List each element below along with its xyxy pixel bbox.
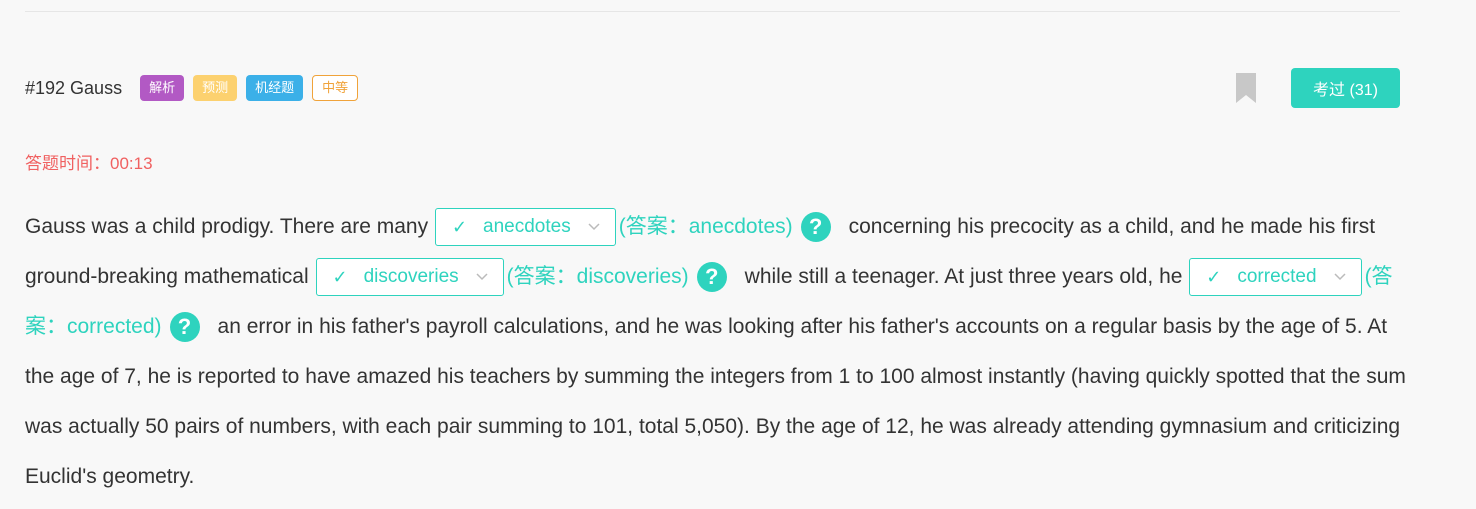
blank-select-2[interactable]: ✓ discoveries bbox=[315, 258, 504, 297]
blank-value: anecdotes bbox=[483, 216, 571, 238]
answer-timer: 答题时间：00:13 bbox=[25, 149, 153, 174]
blank-select-1[interactable]: ✓ anecdotes bbox=[434, 208, 616, 247]
tag-exam-question[interactable]: 机经题 bbox=[246, 75, 304, 101]
check-icon: ✓ bbox=[1206, 267, 1222, 288]
timer-label: 答题时间： bbox=[25, 154, 110, 173]
chevron-down-icon bbox=[1334, 273, 1346, 281]
top-divider bbox=[25, 11, 1400, 12]
answer-text: (答案：anecdotes) bbox=[618, 215, 793, 238]
taken-button[interactable]: 考过 (31) bbox=[1291, 68, 1400, 108]
help-icon[interactable]: ? bbox=[696, 262, 727, 293]
timer-value: 00:13 bbox=[110, 154, 153, 173]
question-header: #192 Gauss 解析 预测 机经题 中等 考过 (31) bbox=[25, 68, 1400, 108]
answer-text: (答案：discoveries) bbox=[506, 265, 689, 288]
tag-difficulty: 中等 bbox=[312, 75, 359, 101]
passage-text: Gauss was a child prodigy. There are man… bbox=[25, 215, 429, 238]
passage-text: an error in his father's payroll calcula… bbox=[25, 315, 1406, 488]
help-icon[interactable]: ? bbox=[169, 312, 200, 343]
blank-value: discoveries bbox=[363, 266, 459, 288]
help-icon[interactable]: ? bbox=[800, 212, 831, 243]
blank-select-3[interactable]: ✓ corrected bbox=[1189, 258, 1362, 297]
tag-analysis[interactable]: 解析 bbox=[140, 75, 185, 101]
question-title: #192 Gauss bbox=[25, 77, 123, 98]
check-icon: ✓ bbox=[451, 217, 468, 238]
blank-value: corrected bbox=[1237, 266, 1317, 288]
chevron-down-icon bbox=[588, 223, 600, 231]
passage-text: while still a teenager. At just three ye… bbox=[744, 265, 1183, 288]
bookmark-icon[interactable] bbox=[1236, 73, 1256, 103]
chevron-down-icon bbox=[476, 273, 488, 281]
check-icon: ✓ bbox=[332, 267, 348, 288]
tag-prediction[interactable]: 预测 bbox=[193, 75, 238, 101]
passage: Gauss was a child prodigy. There are man… bbox=[25, 202, 1415, 502]
